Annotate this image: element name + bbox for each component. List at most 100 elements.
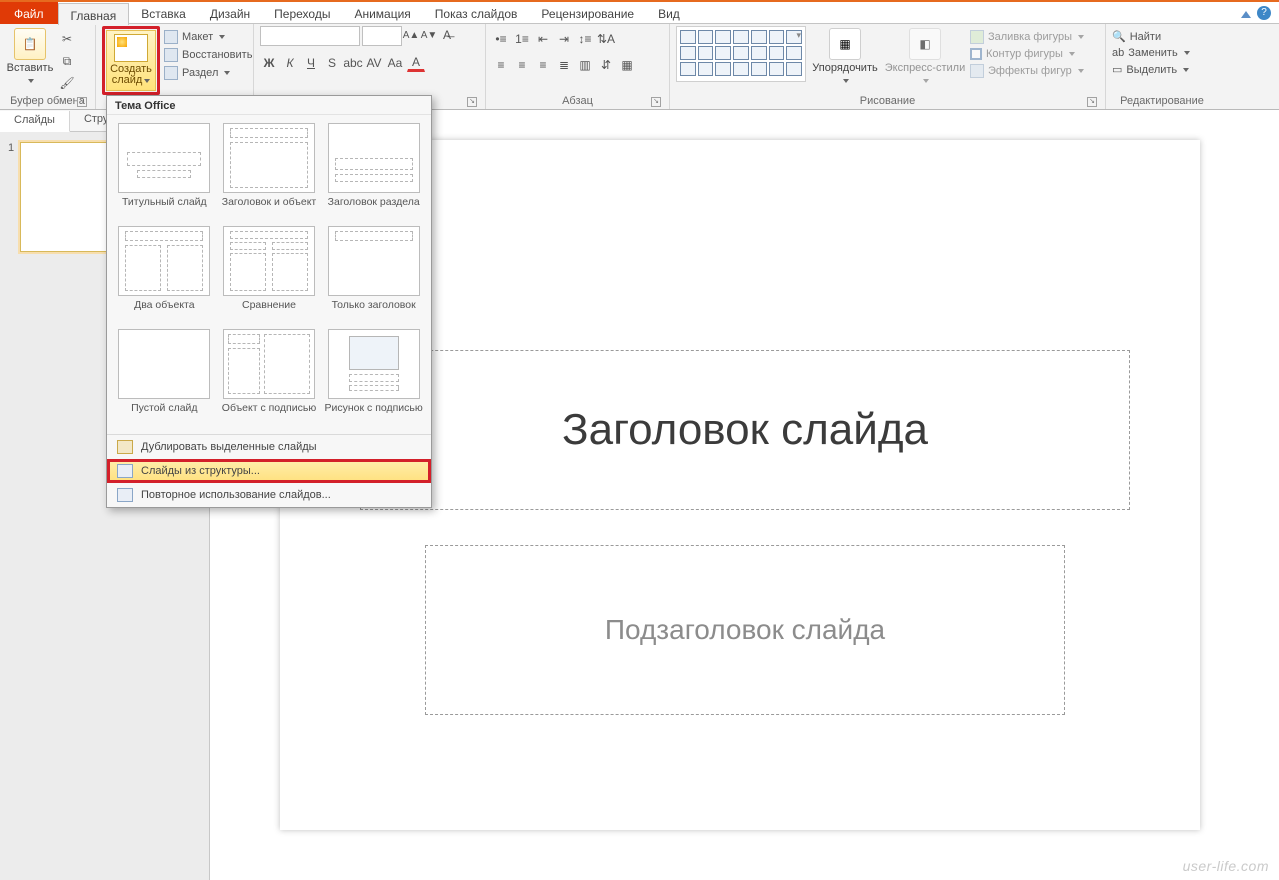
- tab-insert[interactable]: Вставка: [129, 2, 198, 24]
- align-right-icon[interactable]: ≡: [534, 56, 552, 74]
- thumb-number: 1: [8, 142, 14, 252]
- expand-gallery-icon[interactable]: ▾: [796, 30, 801, 41]
- line-spacing-icon[interactable]: ↕≡: [576, 30, 594, 48]
- tab-slideshow[interactable]: Показ слайдов: [423, 2, 530, 24]
- section-icon: [164, 66, 178, 80]
- layout-content-caption[interactable]: Объект с подписью: [220, 329, 319, 426]
- panel-tab-slides[interactable]: Слайды: [0, 111, 70, 132]
- dialog-launcher-icon[interactable]: ↘: [1087, 97, 1097, 107]
- clipboard-icon: 📋: [14, 28, 46, 60]
- shape-effects-button[interactable]: Эффекты фигур: [970, 64, 1084, 78]
- replace-button[interactable]: abЗаменить: [1112, 47, 1190, 59]
- font-color-icon[interactable]: A: [407, 54, 425, 72]
- shadow-icon[interactable]: abc: [344, 54, 362, 72]
- select-button[interactable]: ▭Выделить: [1112, 63, 1190, 76]
- reuse-icon: [117, 488, 133, 502]
- layout-two-content[interactable]: Два объекта: [115, 226, 214, 323]
- layout-section-header[interactable]: Заголовок раздела: [324, 123, 423, 220]
- shape-outline-button[interactable]: Контур фигуры: [970, 48, 1084, 60]
- italic-icon[interactable]: К: [281, 54, 299, 72]
- layout-title-slide[interactable]: Титульный слайд: [115, 123, 214, 220]
- shape-fill-button[interactable]: Заливка фигуры: [970, 30, 1084, 44]
- reset-icon: [164, 48, 178, 62]
- outline-file-icon: [117, 464, 133, 478]
- clear-format-icon[interactable]: A̶: [438, 26, 456, 44]
- reuse-slides-item[interactable]: Повторное использование слайдов...: [107, 483, 431, 507]
- new-slide-icon: [114, 34, 148, 62]
- indent-dec-icon[interactable]: ⇤: [534, 30, 552, 48]
- effects-icon: [970, 64, 984, 78]
- tabs-bar: Файл Главная Вставка Дизайн Переходы Ани…: [0, 2, 1279, 24]
- paste-button[interactable]: 📋 Вставить: [6, 26, 54, 86]
- dialog-launcher-icon[interactable]: ↘: [77, 97, 87, 107]
- arrange-button[interactable]: ▦ Упорядочить: [810, 26, 880, 86]
- slides-from-outline-item[interactable]: Слайды из структуры...: [107, 459, 431, 483]
- columns-icon[interactable]: ▥: [576, 56, 594, 74]
- align-text-icon[interactable]: ⇵: [597, 56, 615, 74]
- smartart-icon[interactable]: ▦: [618, 56, 636, 74]
- new-slide-button[interactable]: Создать слайд: [106, 30, 156, 91]
- grow-font-icon[interactable]: A▲: [402, 26, 420, 44]
- new-slide-gallery-dropdown: Тема Office Титульный слайд Заголовок и …: [106, 95, 432, 508]
- layout-comparison[interactable]: Сравнение: [220, 226, 319, 323]
- minimize-ribbon-icon[interactable]: [1241, 11, 1251, 18]
- gallery-header: Тема Office: [107, 96, 431, 115]
- tab-review[interactable]: Рецензирование: [529, 2, 646, 24]
- group-clipboard-title: Буфер обмена↘: [6, 94, 89, 109]
- file-tab[interactable]: Файл: [0, 2, 58, 24]
- quick-styles-button[interactable]: ◧ Экспресс-стили: [884, 26, 966, 86]
- bullets-icon[interactable]: •≡: [492, 30, 510, 48]
- paste-label: Вставить: [7, 62, 54, 74]
- quick-styles-icon: ◧: [909, 28, 941, 60]
- tab-home[interactable]: Главная: [58, 3, 130, 25]
- shrink-font-icon[interactable]: A▼: [420, 26, 438, 44]
- find-icon: 🔍: [1112, 30, 1126, 43]
- dialog-launcher-icon[interactable]: ↘: [651, 97, 661, 107]
- group-drawing-title: Рисование↘: [676, 94, 1099, 109]
- align-center-icon[interactable]: ≡: [513, 56, 531, 74]
- dialog-launcher-icon[interactable]: ↘: [467, 97, 477, 107]
- replace-icon: ab: [1112, 47, 1124, 59]
- help-icon[interactable]: ?: [1257, 6, 1271, 20]
- format-painter-icon[interactable]: 🖌: [58, 74, 76, 92]
- layout-picture-caption[interactable]: Рисунок с подписью: [324, 329, 423, 426]
- group-editing-title: Редактирование: [1112, 94, 1212, 109]
- layout-title-only[interactable]: Только заголовок: [324, 226, 423, 323]
- fill-icon: [970, 30, 984, 44]
- tab-view[interactable]: Вид: [646, 2, 692, 24]
- text-direction-icon[interactable]: ⇅A: [597, 30, 615, 48]
- duplicate-slides-item[interactable]: Дублировать выделенные слайды: [107, 435, 431, 459]
- cut-icon[interactable]: ✂: [58, 30, 76, 48]
- layout-icon: [164, 30, 178, 44]
- font-family-combo[interactable]: [260, 26, 360, 46]
- group-paragraph-title: Абзац↘: [492, 94, 663, 109]
- numbering-icon[interactable]: 1≡: [513, 30, 531, 48]
- arrange-icon: ▦: [829, 28, 861, 60]
- strike-icon[interactable]: S: [323, 54, 341, 72]
- case-icon[interactable]: Aa: [386, 54, 404, 72]
- justify-icon[interactable]: ≣: [555, 56, 573, 74]
- tab-design[interactable]: Дизайн: [198, 2, 262, 24]
- font-size-combo[interactable]: [362, 26, 402, 46]
- tab-animation[interactable]: Анимация: [342, 2, 422, 24]
- select-icon: ▭: [1112, 63, 1122, 76]
- duplicate-icon: [117, 440, 133, 454]
- title-placeholder[interactable]: Заголовок слайда: [360, 350, 1130, 510]
- subtitle-placeholder[interactable]: Подзаголовок слайда: [425, 545, 1065, 715]
- find-button[interactable]: 🔍Найти: [1112, 30, 1190, 43]
- section-button[interactable]: Раздел: [164, 66, 252, 80]
- shapes-gallery[interactable]: ▾: [676, 26, 806, 82]
- reset-button[interactable]: Восстановить: [164, 48, 252, 62]
- tab-transitions[interactable]: Переходы: [262, 2, 342, 24]
- watermark: user-life.com: [1183, 858, 1269, 874]
- outline-icon: [970, 48, 982, 60]
- align-left-icon[interactable]: ≡: [492, 56, 510, 74]
- indent-inc-icon[interactable]: ⇥: [555, 30, 573, 48]
- layout-blank[interactable]: Пустой слайд: [115, 329, 214, 426]
- bold-icon[interactable]: Ж: [260, 54, 278, 72]
- copy-icon[interactable]: ⧉: [58, 52, 76, 70]
- layout-button[interactable]: Макет: [164, 30, 252, 44]
- spacing-icon[interactable]: AV: [365, 54, 383, 72]
- underline-icon[interactable]: Ч: [302, 54, 320, 72]
- layout-title-content[interactable]: Заголовок и объект: [220, 123, 319, 220]
